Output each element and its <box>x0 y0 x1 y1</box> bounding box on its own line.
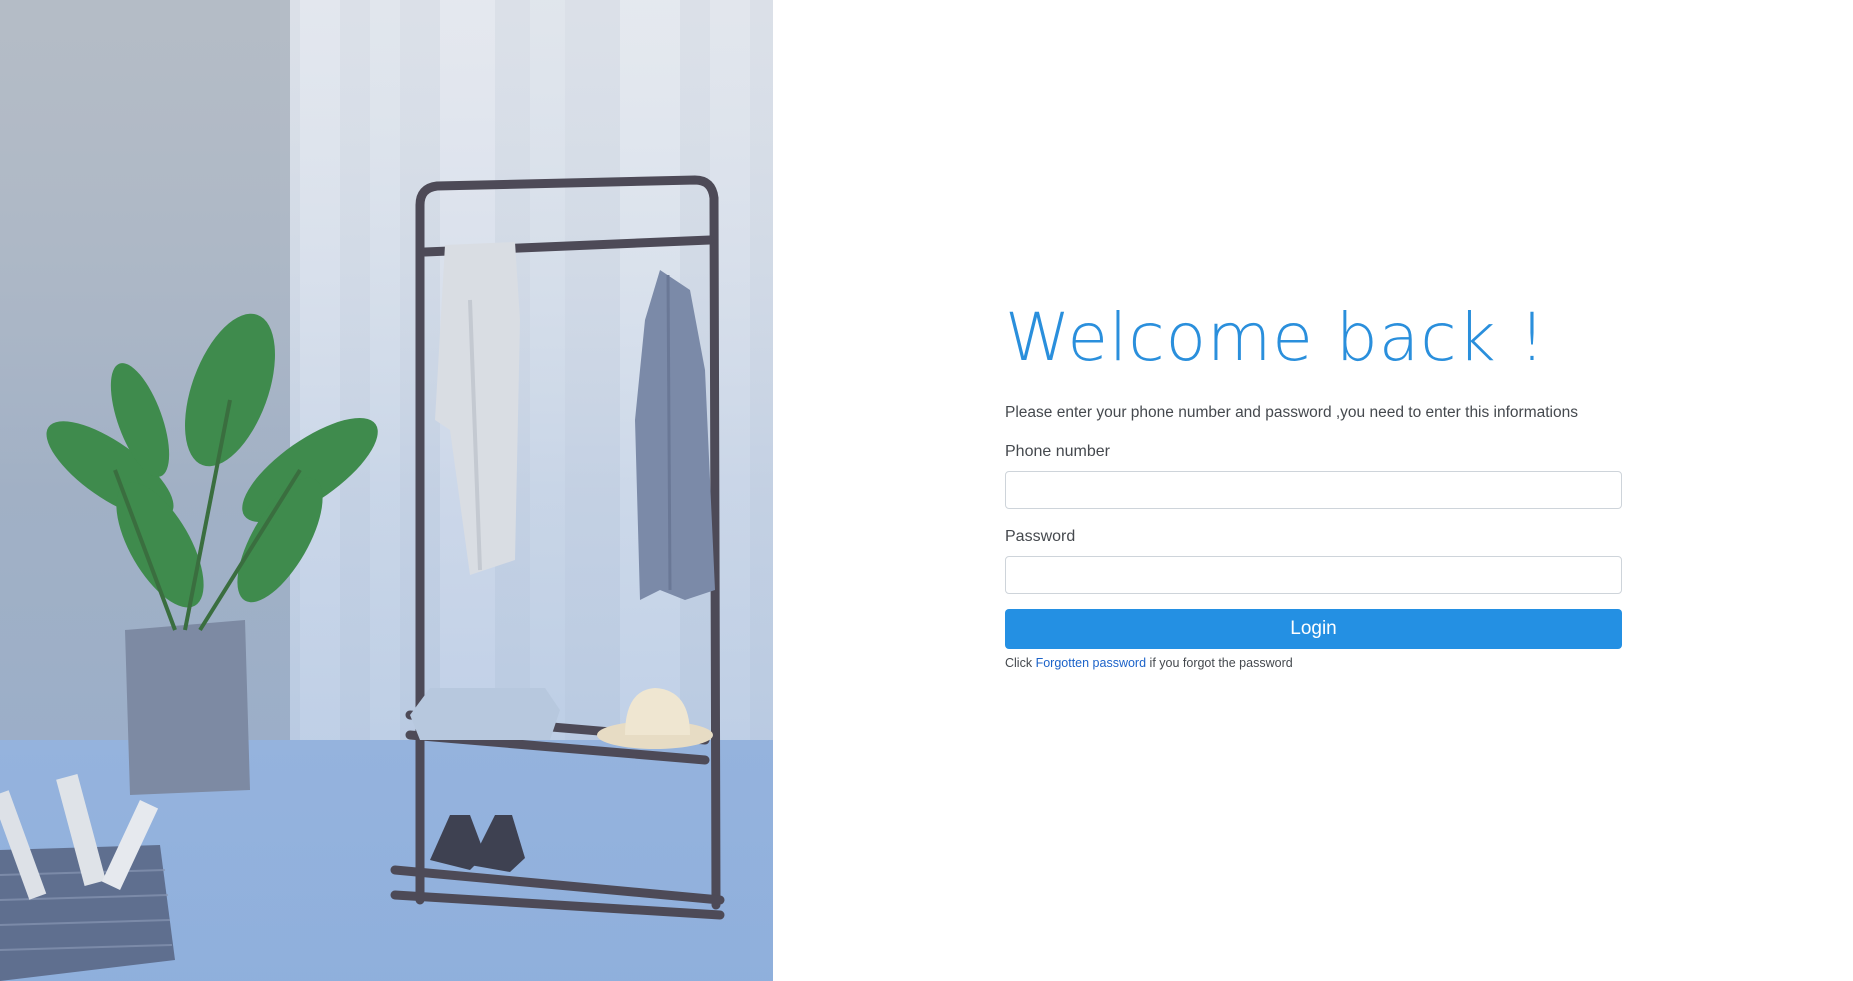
help-prefix: Click <box>1005 656 1033 670</box>
phone-label: Phone number <box>1005 443 1110 460</box>
password-label: Password <box>1005 528 1076 545</box>
password-input[interactable] <box>1005 556 1622 594</box>
phone-input[interactable] <box>1005 471 1622 509</box>
clothes-rack-photo <box>0 0 773 981</box>
forgot-password-link[interactable]: Forgotten password <box>1036 656 1146 670</box>
help-suffix: if you forgot the password <box>1149 656 1293 670</box>
login-page: Welcome back ! Please enter your phone n… <box>0 0 1853 981</box>
login-content: Welcome back ! Please enter your phone n… <box>773 0 1853 981</box>
intro-text: Please enter your phone number and passw… <box>1005 404 1578 421</box>
forgot-password-help: Click Forgotten password if you forgot t… <box>1005 655 1622 671</box>
login-form: Welcome back ! Please enter your phone n… <box>1005 298 1622 671</box>
login-button[interactable]: Login <box>1005 609 1622 649</box>
page-title: Welcome back ! <box>1005 299 1547 376</box>
hero-image <box>0 0 773 981</box>
